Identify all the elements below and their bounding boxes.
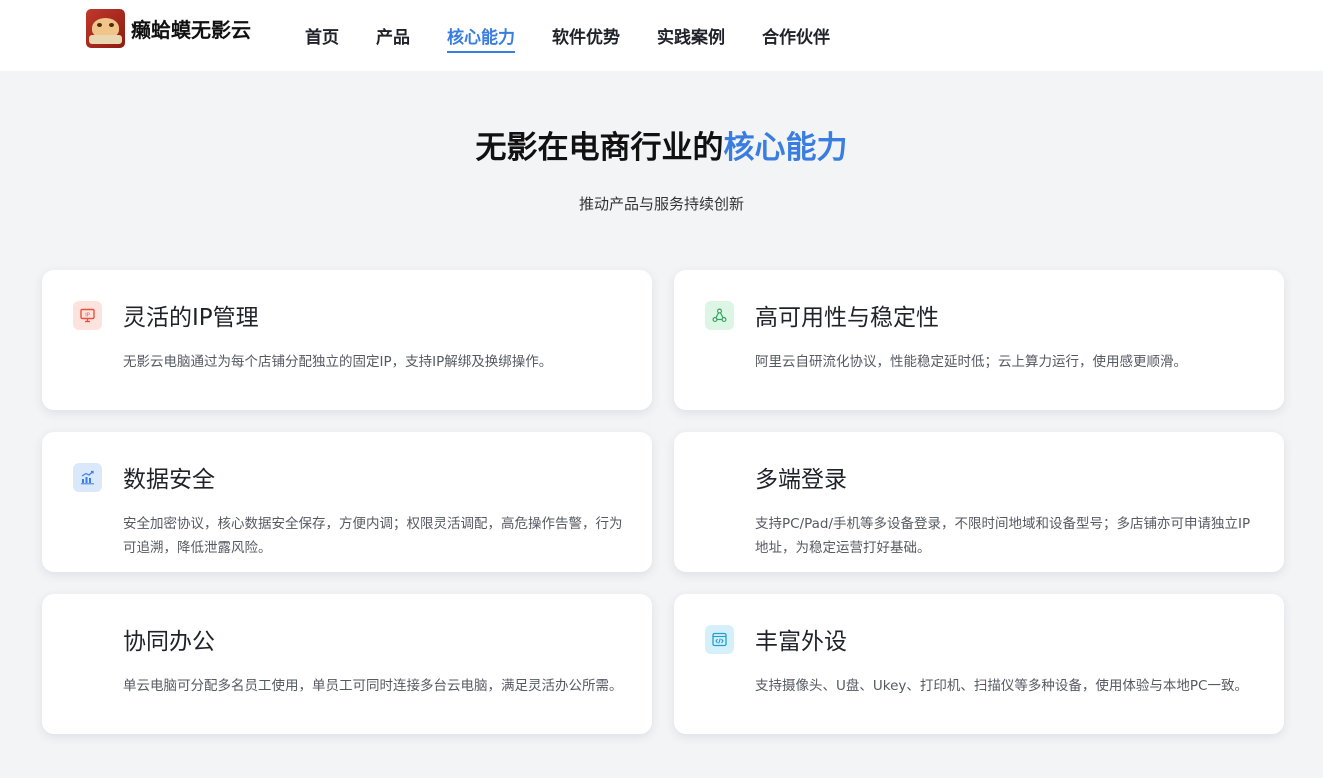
code-window-icon: [705, 625, 734, 654]
nav-item-products[interactable]: 产品: [376, 0, 410, 71]
section-title: 无影在电商行业的核心能力: [0, 122, 1323, 167]
top-nav: 癞蛤蟆无影云 首页 产品 核心能力 软件优势 实践案例 合作伙伴: [0, 0, 1323, 71]
feature-card-collaboration: 协同办公 单云电脑可分配多名员工使用，单员工可同时连接多台云电脑，满足灵活办公所…: [42, 594, 652, 734]
network-nodes-icon: [705, 301, 734, 330]
feature-card-ip-management: IP 灵活的IP管理 无影云电脑通过为每个店铺分配独立的固定IP，支持IP解绑及…: [42, 270, 652, 410]
toad-logo-icon: [86, 9, 125, 48]
feature-card-title: 丰富外设: [755, 629, 847, 655]
feature-card-desc: 支持摄像头、U盘、Ukey、打印机、扫描仪等多种设备，使用体验与本地PC一致。: [755, 678, 1248, 694]
feature-card-title: 数据安全: [123, 467, 215, 493]
feature-card-title: 协同办公: [123, 629, 215, 655]
feature-card-desc: 安全加密协议，核心数据安全保存，方便内调；权限灵活调配，高危操作告警，行为可追溯…: [123, 516, 623, 556]
feature-card-desc: 阿里云自研流化协议，性能稳定延时低；云上算力运行，使用感更顺滑。: [755, 354, 1187, 370]
feature-card-title: 多端登录: [755, 467, 847, 493]
brand-logo[interactable]: 癞蛤蟆无影云: [86, 9, 251, 48]
feature-card-high-availability: 高可用性与稳定性 阿里云自研流化协议，性能稳定延时低；云上算力运行，使用感更顺滑…: [674, 270, 1284, 410]
feature-card-multi-device-login: 多端登录 支持PC/Pad/手机等多设备登录，不限时间地域和设备型号；多店铺亦可…: [674, 432, 1284, 572]
nav-item-core-capabilities[interactable]: 核心能力: [447, 0, 515, 71]
feature-card-title: 高可用性与稳定性: [755, 305, 939, 331]
nav-item-case-studies[interactable]: 实践案例: [657, 0, 725, 71]
nav-item-partners[interactable]: 合作伙伴: [762, 0, 830, 71]
chart-growth-icon: [73, 463, 102, 492]
feature-card-title: 灵活的IP管理: [123, 305, 259, 331]
brand-name: 癞蛤蟆无影云: [131, 18, 251, 42]
nav-item-home[interactable]: 首页: [305, 0, 339, 71]
feature-card-desc: 支持PC/Pad/手机等多设备登录，不限时间地域和设备型号；多店铺亦可申请独立I…: [755, 516, 1251, 556]
feature-card-desc: 无影云电脑通过为每个店铺分配独立的固定IP，支持IP解绑及换绑操作。: [123, 354, 553, 370]
section-subtitle: 推动产品与服务持续创新: [578, 195, 744, 213]
section-title-highlight: 核心能力: [723, 130, 848, 166]
nav-item-software-advantages[interactable]: 软件优势: [552, 0, 620, 71]
feature-card-peripherals: 丰富外设 支持摄像头、U盘、Ukey、打印机、扫描仪等多种设备，使用体验与本地P…: [674, 594, 1284, 734]
feature-card-desc: 单云电脑可分配多名员工使用，单员工可同时连接多台云电脑，满足灵活办公所需。: [123, 678, 623, 694]
section-title-prefix: 无影在电商行业的: [475, 130, 724, 166]
svg-text:IP: IP: [85, 312, 90, 318]
feature-card-data-security: 数据安全 安全加密协议，核心数据安全保存，方便内调；权限灵活调配，高危操作告警，…: [42, 432, 652, 572]
ip-monitor-icon: IP: [73, 301, 102, 330]
nav-menu: 首页 产品 核心能力 软件优势 实践案例 合作伙伴: [305, 0, 867, 71]
